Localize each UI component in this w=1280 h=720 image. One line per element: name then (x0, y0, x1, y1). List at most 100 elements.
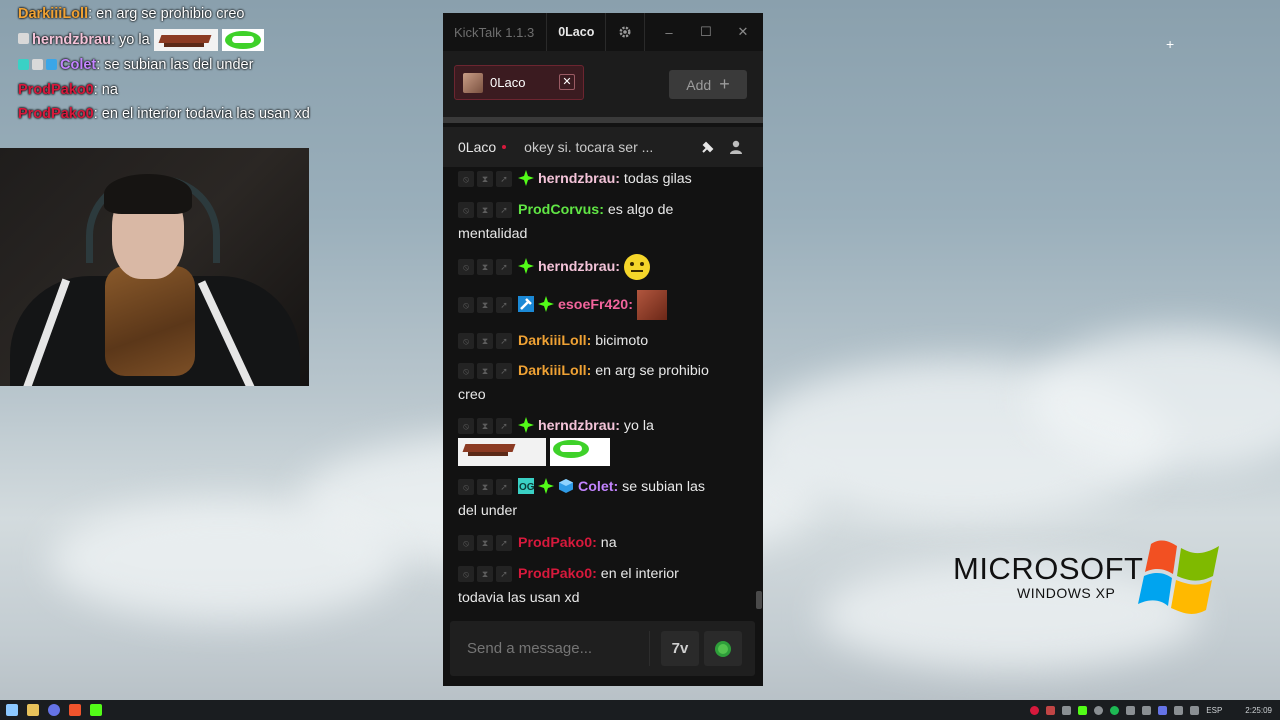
timeout-icon[interactable]: ⧗ (477, 259, 493, 275)
live-indicator-icon (502, 145, 507, 149)
settings-button[interactable] (605, 13, 646, 51)
pin-message-icon[interactable]: ➚ (496, 566, 512, 583)
pin-message-icon[interactable]: ➚ (496, 535, 512, 552)
add-channel-button[interactable]: Add + (669, 70, 747, 99)
mod-actions: ⦸ ⧗ ➚ (458, 297, 512, 313)
message-username[interactable]: ProdPako0 (518, 566, 592, 582)
message-username[interactable]: herndzbrau (538, 259, 615, 275)
ban-icon[interactable]: ⦸ (458, 535, 474, 552)
overlay-username: herndzbrau (32, 31, 111, 48)
svg-text:OG: OG (519, 482, 534, 493)
discord-icon[interactable] (48, 704, 60, 716)
pin-message-icon[interactable]: ➚ (496, 171, 512, 188)
message-username[interactable]: ProdPako0 (518, 535, 592, 551)
message-username[interactable]: DarkiiiLoll (518, 363, 587, 379)
pin-message-icon[interactable]: ➚ (496, 333, 512, 350)
bench-emote-icon (153, 28, 218, 51)
message-username[interactable]: Colet (578, 479, 613, 495)
overlay-message-text: : en el interior todavia las usan xd (93, 106, 310, 122)
kicktalk-taskbar-icon[interactable] (90, 704, 102, 716)
chat-scrollbar[interactable] (756, 591, 762, 609)
timeout-icon[interactable]: ⧗ (477, 363, 493, 380)
pin-icon[interactable] (700, 139, 716, 155)
pin-message-icon[interactable]: ➚ (496, 259, 512, 275)
timeout-icon[interactable]: ⧗ (477, 566, 493, 583)
timeout-icon[interactable]: ⧗ (477, 297, 493, 313)
pin-message-icon[interactable]: ➚ (496, 297, 512, 313)
mod-actions: ⦸ ⧗ ➚ (458, 566, 512, 583)
sub-badge-icon (518, 170, 534, 186)
maximize-button[interactable]: ☐ (691, 13, 721, 51)
start-button-icon[interactable] (6, 704, 18, 716)
tray-spotify-icon[interactable] (1110, 705, 1120, 715)
message-username[interactable]: DarkiiiLoll (518, 333, 587, 349)
message-username[interactable]: esoeFr420 (558, 297, 628, 313)
tray-app-icon[interactable] (1046, 705, 1056, 715)
pin-message-icon[interactable]: ➚ (496, 202, 512, 219)
ban-icon[interactable]: ⦸ (458, 171, 474, 188)
tray-steam-icon[interactable] (1094, 705, 1104, 715)
mod-actions: ⦸ ⧗ ➚ (458, 333, 512, 350)
close-tab-icon[interactable]: ✕ (559, 74, 575, 90)
message-username[interactable]: herndzbrau (538, 418, 615, 434)
message-username[interactable]: herndzbrau (538, 171, 615, 187)
pin-message-icon[interactable]: ➚ (496, 363, 512, 380)
chat-message-list[interactable]: ⦸ ⧗ ➚ herndzbrau: todas gilas ⦸ ⧗ ➚ ProdCorvus… (443, 168, 755, 613)
mod-actions: ⦸ ⧗ ➚ (458, 259, 512, 275)
timeout-icon[interactable]: ⧗ (477, 535, 493, 552)
tray-record-icon[interactable] (1030, 705, 1040, 715)
app-title: KickTalk 1.1.3 (454, 24, 535, 40)
7tv-emote-button[interactable]: 7v (661, 631, 699, 666)
timeout-icon[interactable]: ⧗ (477, 418, 493, 435)
timeout-icon[interactable]: ⧗ (477, 333, 493, 350)
volume-icon[interactable] (1190, 705, 1200, 715)
file-explorer-icon[interactable] (27, 704, 39, 716)
ban-icon[interactable]: ⦸ (458, 259, 474, 275)
overlay-chat-line: ProdPako0: en el interior todavia las us… (18, 104, 313, 124)
neutral-face-emote-icon (623, 254, 650, 280)
ban-icon[interactable]: ⦸ (458, 333, 474, 350)
ban-icon[interactable]: ⦸ (458, 418, 474, 435)
tray-monitor-icon[interactable] (1062, 705, 1072, 715)
current-user[interactable]: 0Laco (546, 13, 594, 51)
close-button[interactable]: ✕ (728, 13, 758, 51)
timeout-icon[interactable]: ⧗ (477, 171, 493, 188)
tray-discord-icon[interactable] (1158, 705, 1168, 715)
message-input[interactable] (465, 639, 649, 658)
timeout-icon[interactable]: ⧗ (477, 202, 493, 219)
ban-icon[interactable]: ⦸ (458, 566, 474, 583)
webcam-feed (0, 148, 309, 386)
og-badge-icon (18, 59, 29, 70)
clock[interactable]: 2:25:09 (1245, 706, 1272, 715)
microphone-icon[interactable] (1142, 705, 1152, 715)
overlay-username: Colet (60, 57, 97, 73)
minimize-button[interactable]: – (654, 13, 684, 51)
network-icon[interactable] (1174, 705, 1184, 715)
pin-message-icon[interactable]: ➚ (496, 418, 512, 435)
pin-message-icon[interactable]: ➚ (496, 479, 512, 496)
kick-emote-button[interactable] (704, 631, 742, 666)
mod-actions: ⦸ ⧗ ➚ (458, 479, 512, 496)
timeout-icon[interactable]: ⧗ (477, 479, 493, 496)
language-indicator[interactable]: ESP (1206, 706, 1222, 715)
sub-badge-icon (538, 478, 554, 494)
ban-icon[interactable]: ⦸ (458, 479, 474, 496)
ban-icon[interactable]: ⦸ (458, 297, 474, 313)
message-username[interactable]: ProdCorvus (518, 202, 599, 218)
message-text-cont: del under (458, 503, 518, 519)
user-icon[interactable] (728, 139, 744, 155)
overlay-chat-line: herndzbrau: yo la (18, 28, 313, 51)
cursor-crosshair-icon: + (1166, 36, 1175, 52)
browser-icon[interactable] (69, 704, 81, 716)
ban-icon[interactable]: ⦸ (458, 202, 474, 219)
message-text-cont: creo (458, 387, 486, 403)
brand-line-1: MICROSOFT (953, 551, 1144, 586)
kicktalk-window: KickTalk 1.1.3 0Laco – ☐ ✕ 0Laco ✕ Add +… (443, 13, 763, 686)
title-bar[interactable]: KickTalk 1.1.3 0Laco – ☐ ✕ (443, 13, 763, 51)
ban-icon[interactable]: ⦸ (458, 363, 474, 380)
overlay-chat-line: DarkiiiLoll: en arg se prohibio creo (18, 4, 313, 24)
sub-badge-icon (518, 257, 534, 274)
tray-folder-icon[interactable] (1126, 705, 1136, 715)
tab-0laco[interactable]: 0Laco ✕ (454, 65, 584, 100)
tray-kick-icon[interactable] (1078, 705, 1088, 715)
